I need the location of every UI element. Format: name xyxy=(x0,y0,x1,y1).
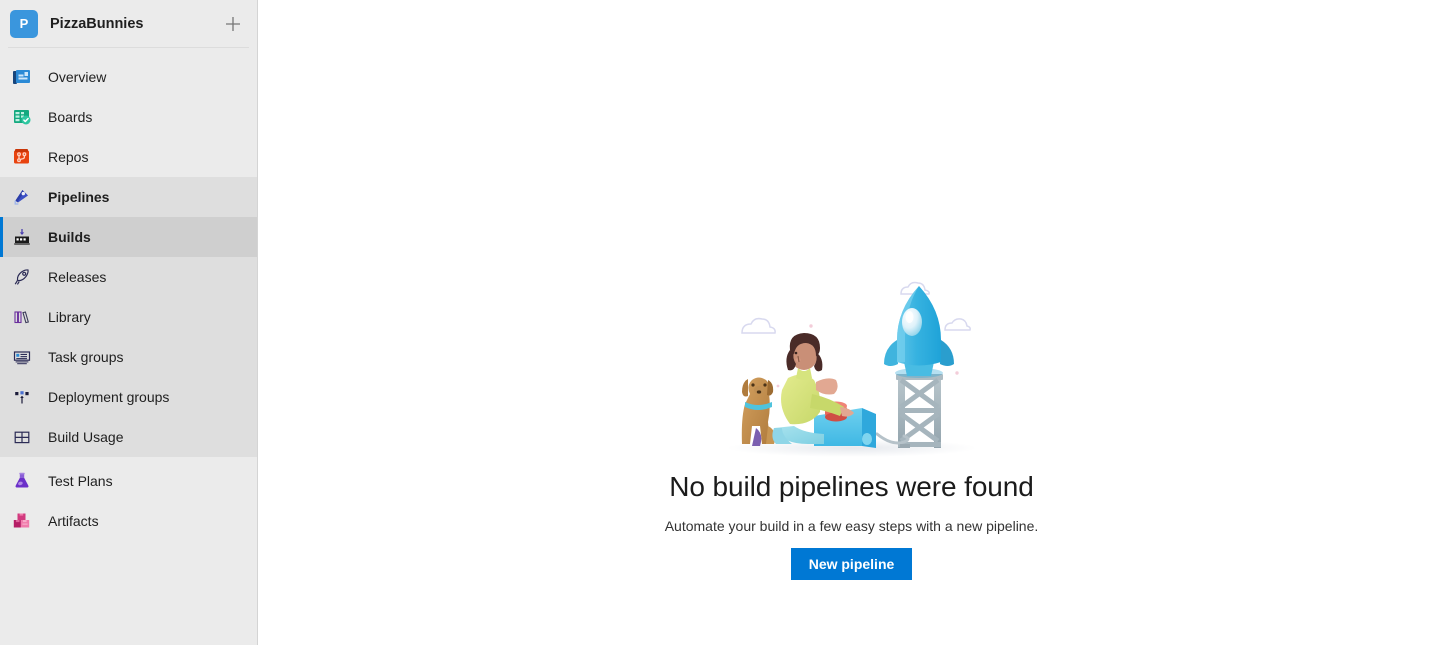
task-groups-icon xyxy=(11,345,33,369)
sidebar-item-task-groups[interactable]: Task groups xyxy=(0,337,257,377)
sidebar-item-pipelines[interactable]: Pipelines xyxy=(0,177,257,217)
test-plans-icon xyxy=(10,469,34,493)
sidebar-item-label: Deployment groups xyxy=(48,389,170,405)
sidebar-item-label: Builds xyxy=(48,229,91,245)
sparkle-dot xyxy=(808,324,813,328)
sidebar-group-pipelines: Pipelines Builds Releases Library Task g… xyxy=(0,177,257,457)
dog xyxy=(741,377,775,446)
new-pipeline-button[interactable]: New pipeline xyxy=(790,548,913,580)
sparkle-dot xyxy=(776,384,779,388)
sidebar-item-label: Test Plans xyxy=(48,473,113,489)
app-root: P PizzaBunnies Overview Boards Repos Pip… xyxy=(0,0,1445,645)
sidebar-item-repos[interactable]: Repos xyxy=(0,137,257,177)
sparkle-dot xyxy=(954,371,959,375)
sidebar-item-artifacts[interactable]: Artifacts xyxy=(0,501,257,541)
sidebar-item-label: Build Usage xyxy=(48,429,124,445)
boards-icon xyxy=(10,105,34,129)
rocket-launch-illustration xyxy=(712,276,992,458)
build-usage-icon xyxy=(11,425,33,449)
library-icon xyxy=(11,305,33,329)
rocket xyxy=(883,286,954,378)
main-content: No build pipelines were found Automate y… xyxy=(258,0,1445,645)
sidebar-item-releases[interactable]: Releases xyxy=(0,257,257,297)
overview-icon xyxy=(10,65,34,89)
sidebar-item-deployment-groups[interactable]: Deployment groups xyxy=(0,377,257,417)
sidebar-item-boards[interactable]: Boards xyxy=(0,97,257,137)
sidebar: P PizzaBunnies Overview Boards Repos Pip… xyxy=(0,0,258,645)
page-title: No build pipelines were found xyxy=(669,471,1034,502)
sidebar-item-label: Task groups xyxy=(48,349,124,365)
plus-icon xyxy=(226,16,240,31)
sidebar-item-label: Boards xyxy=(48,109,93,125)
sidebar-item-builds[interactable]: Builds xyxy=(0,217,257,257)
repos-icon xyxy=(10,145,34,169)
cloud-icon xyxy=(943,318,971,331)
sidebar-item-label: Overview xyxy=(48,69,107,85)
deployment-groups-icon xyxy=(11,385,33,409)
sidebar-item-label: Repos xyxy=(48,149,89,165)
sidebar-item-label: Library xyxy=(48,309,91,325)
sidebar-item-overview[interactable]: Overview xyxy=(0,57,257,97)
project-name: PizzaBunnies xyxy=(50,15,144,32)
builds-icon xyxy=(11,225,33,249)
sidebar-nav: Overview Boards Repos Pipelines Builds R… xyxy=(0,48,257,541)
sidebar-item-label: Pipelines xyxy=(48,189,110,205)
sidebar-item-library[interactable]: Library xyxy=(0,297,257,337)
empty-state: No build pipelines were found Automate y… xyxy=(258,276,1445,580)
sidebar-item-test-plans[interactable]: Test Plans xyxy=(0,461,257,501)
cloud-icon xyxy=(740,317,776,334)
project-avatar: P xyxy=(10,9,38,38)
sidebar-item-build-usage[interactable]: Build Usage xyxy=(0,417,257,457)
project-header[interactable]: P PizzaBunnies xyxy=(0,0,257,47)
releases-icon xyxy=(11,265,33,289)
artifacts-icon xyxy=(10,509,34,533)
sidebar-item-label: Artifacts xyxy=(48,513,99,529)
add-project-button[interactable] xyxy=(221,12,245,36)
empty-state-subtitle: Automate your build in a few easy steps … xyxy=(664,518,1039,534)
pipelines-icon xyxy=(10,185,34,209)
sidebar-item-label: Releases xyxy=(48,269,107,285)
